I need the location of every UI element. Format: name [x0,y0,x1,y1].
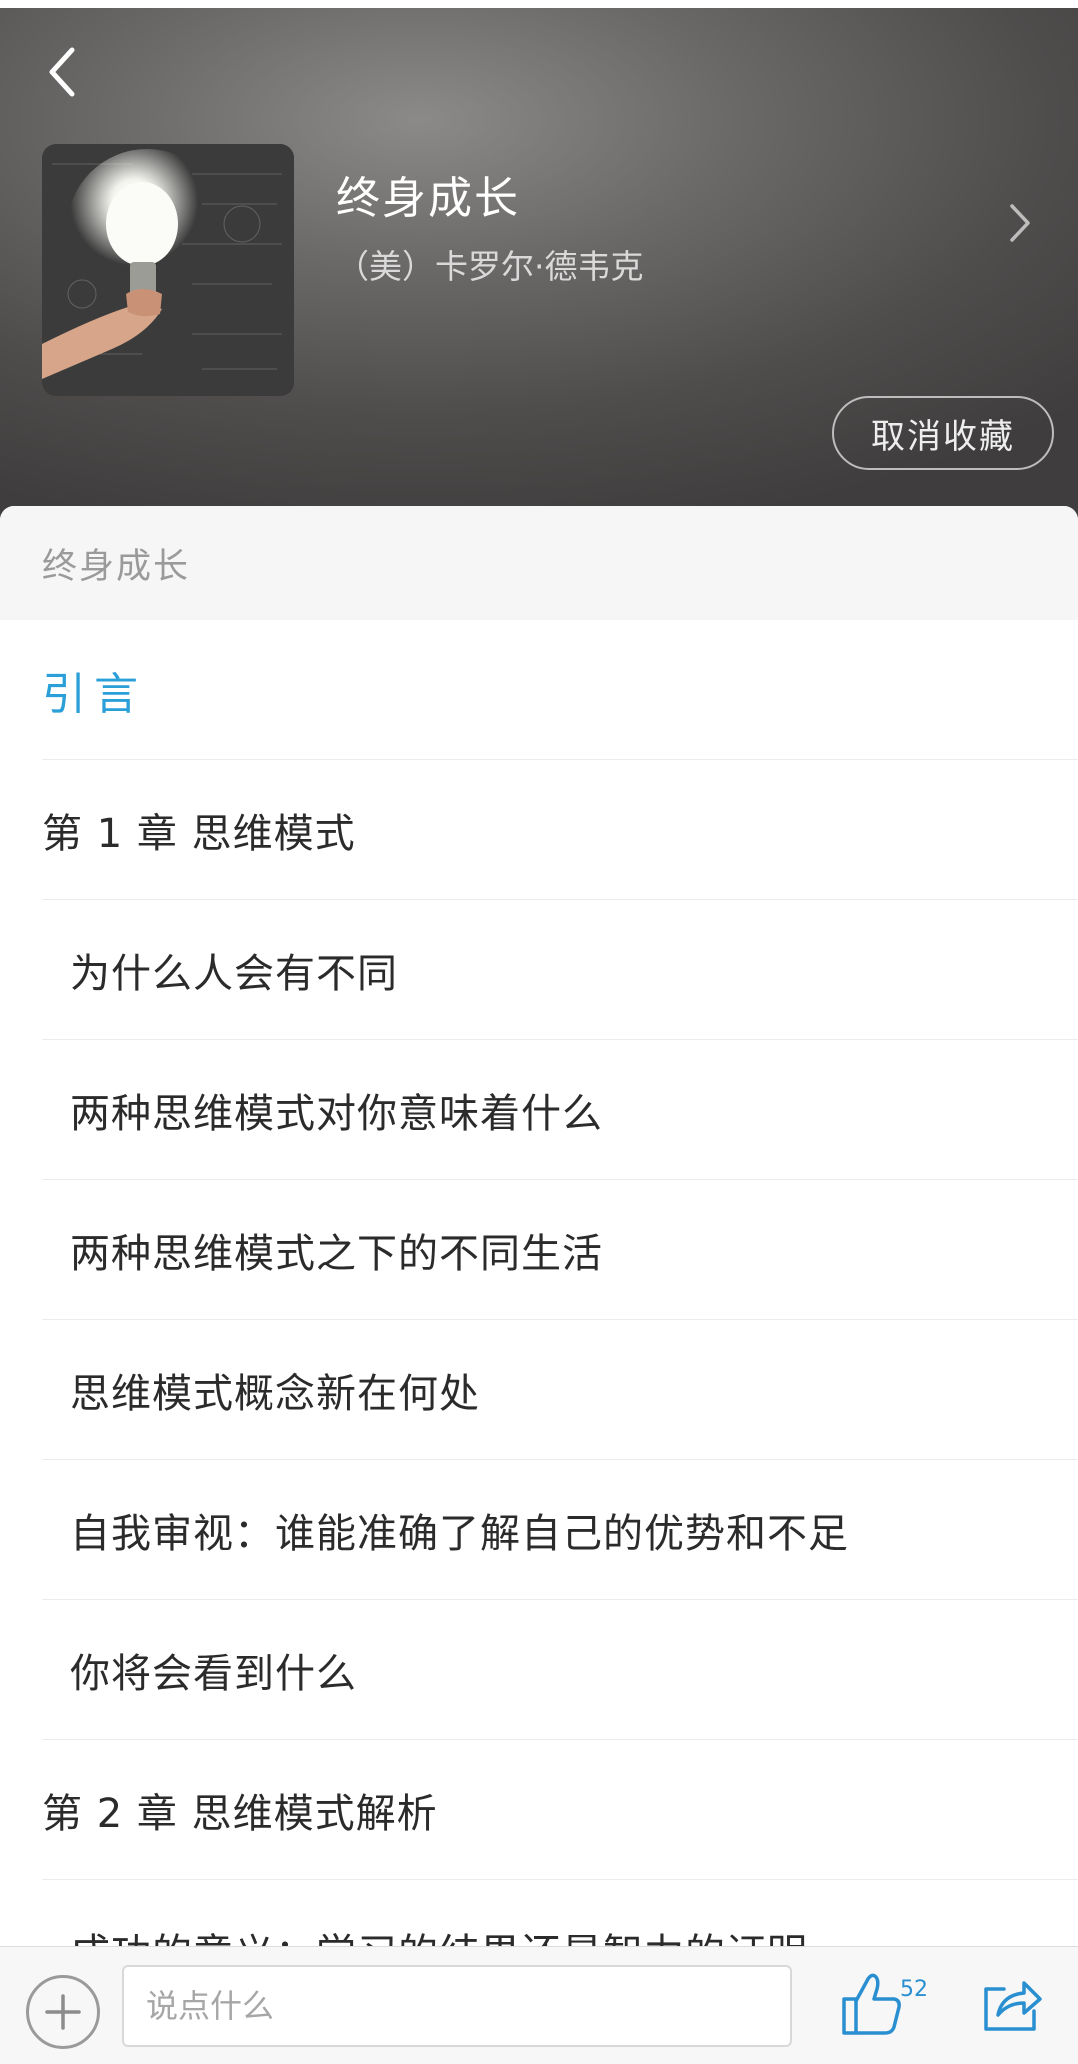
table-of-contents-panel: 终身成长 引言 第 1 章 思维模式 为什么人会有不同 两种思维模式对你意味着什… [0,506,1078,1946]
toc-item-section[interactable]: 两种思维模式之下的不同生活 [42,1180,1078,1320]
share-icon [984,1981,1042,2031]
toc-item-section[interactable]: 两种思维模式对你意味着什么 [42,1040,1078,1180]
back-button[interactable] [36,42,86,102]
book-author: （美）卡罗尔·德韦克 [336,247,644,286]
book-detail-arrow[interactable] [1000,198,1040,248]
toc-item-section[interactable]: 思维模式概念新在何处 [42,1320,1078,1460]
toc-item-section[interactable]: 为什么人会有不同 [42,900,1078,1040]
book-cover-image[interactable] [42,144,294,396]
thumbs-up-icon [842,1973,901,2035]
toc-item-intro[interactable]: 引言 [42,620,1078,760]
book-header: 终身成长 （美）卡罗尔·德韦克 取消收藏 [0,0,1078,520]
add-button[interactable] [26,1975,100,2049]
toc-item-section[interactable]: 你将会看到什么 [42,1600,1078,1740]
toc-item-chapter-1[interactable]: 第 1 章 思维模式 [42,760,1078,900]
toc-item-section[interactable]: 自我审视：谁能准确了解自己的优势和不足 [42,1460,1078,1600]
unfavorite-button[interactable]: 取消收藏 [832,396,1054,470]
chevron-right-icon [1010,204,1030,242]
book-title: 终身成长 [336,173,520,224]
toc-header: 终身成长 [0,506,1078,620]
plus-icon [45,1994,81,2030]
like-count: 52 [900,1977,928,2002]
bottom-action-bar: 52 [0,1946,1078,2064]
status-bar [0,0,1078,8]
share-button[interactable] [978,1971,1054,2043]
toc-item-section[interactable]: 成功的意义：学习的结果还是智力的证明 [42,1880,1078,1947]
back-arrow-icon [49,47,75,97]
toc-item-chapter-2[interactable]: 第 2 章 思维模式解析 [42,1740,1078,1880]
comment-input[interactable] [122,1965,792,2047]
